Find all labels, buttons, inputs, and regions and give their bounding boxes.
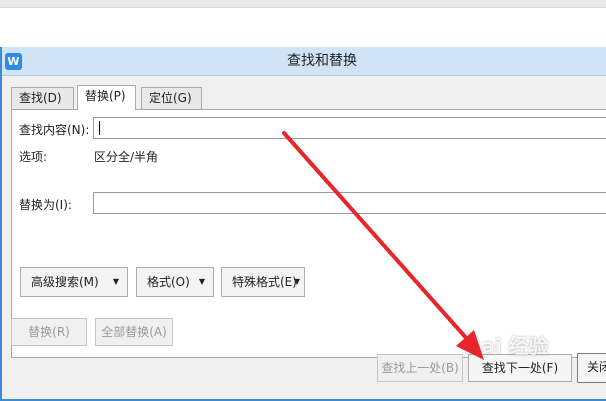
advanced-search-button[interactable]: 高级搜索(M) ▼ (20, 267, 128, 297)
find-input[interactable] (93, 117, 606, 139)
tab-replace[interactable]: 替换(P) (77, 85, 136, 110)
special-format-label: 特殊格式(E) (232, 275, 297, 289)
dialog-title: 查找和替换 (287, 53, 357, 69)
find-label: 查找内容(N): (19, 123, 90, 137)
replace-input[interactable] (93, 192, 606, 214)
options-label: 选项: (19, 150, 48, 164)
format-label: 格式(O) (147, 275, 190, 289)
tab-find[interactable]: 查找(D) (11, 87, 74, 109)
format-button[interactable]: 格式(O) ▼ (136, 267, 214, 297)
chevron-down-icon: ▼ (112, 277, 119, 286)
tab-goto[interactable]: 定位(G) (141, 87, 202, 109)
baidu-watermark: Bai 经验 (466, 334, 549, 358)
background-window-strip (0, 0, 606, 8)
close-button[interactable]: 关闭 (577, 353, 606, 383)
replace-all-button[interactable]: 全部替换(A) (95, 318, 173, 346)
advanced-search-label: 高级搜索(M) (31, 275, 99, 289)
replace-label: 替换为(I): (19, 198, 72, 212)
text-caret (99, 121, 100, 135)
options-value: 区分全/半角 (94, 150, 159, 164)
chevron-down-icon: ▼ (198, 277, 205, 286)
chevron-down-icon: ▼ (293, 277, 300, 286)
find-previous-button[interactable]: 查找上一处(B) (377, 354, 463, 382)
title-bar[interactable]: W 查找和替换 (2, 47, 606, 76)
replace-button[interactable]: 替换(R) (11, 318, 87, 346)
special-format-button[interactable]: 特殊格式(E) ▼ (221, 267, 305, 297)
